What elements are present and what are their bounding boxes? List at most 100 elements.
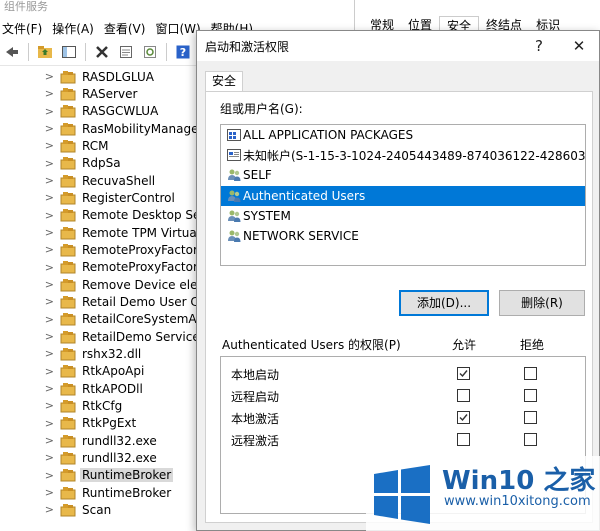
toolbar-separator [28, 42, 29, 61]
com-component-icon [60, 347, 76, 361]
window-title: 组件服务 [0, 0, 360, 18]
chevron-right-icon[interactable]: > [0, 122, 60, 135]
permission-row: 远程激活 [221, 429, 585, 451]
tree-item-label: RtkPgExt [82, 416, 137, 431]
tab-security[interactable]: 安全 [205, 71, 244, 92]
user-list-item[interactable]: 未知帐户(S-1-15-3-1024-2405443489-874036122-… [221, 145, 585, 165]
deny-checkbox[interactable] [524, 389, 537, 402]
chevron-right-icon[interactable]: > [0, 417, 60, 430]
user-name: ALL APPLICATION PACKAGES [243, 128, 414, 143]
help-button[interactable]: ? [519, 37, 559, 55]
com-component-icon [60, 261, 76, 274]
com-component-icon [60, 451, 76, 465]
tree-item-label: RasMobilityManager [82, 121, 204, 136]
deny-column-header: 拒绝 [520, 338, 545, 352]
users-group-icon [228, 190, 241, 202]
allow-checkbox[interactable] [457, 433, 470, 446]
user-list-item[interactable]: Authenticated Users [221, 185, 585, 206]
tree-item-label: RegisterControl [82, 190, 175, 205]
chevron-right-icon[interactable]: > [0, 191, 60, 204]
chevron-right-icon[interactable]: > [0, 451, 60, 464]
chevron-right-icon[interactable]: > [0, 347, 60, 360]
user-list[interactable]: ALL APPLICATION PACKAGES 未知帐户(S-1-15-3-10… [220, 124, 586, 266]
com-component-icon [60, 313, 76, 326]
dialog-title: 启动和激活权限 [205, 39, 290, 54]
folder-up-icon[interactable] [35, 42, 55, 62]
permission-row: 本地启动 [221, 363, 585, 385]
refresh-icon[interactable] [140, 42, 160, 62]
chevron-right-icon[interactable]: > [0, 434, 60, 447]
chevron-right-icon[interactable]: > [0, 105, 60, 118]
chevron-right-icon[interactable]: > [0, 295, 60, 308]
tree-item-label: RetailCoreSystemAg [82, 312, 205, 327]
watermark-url: www.win10xitong.com [444, 494, 591, 509]
user-name: SYSTEM [243, 208, 291, 223]
com-component-icon [60, 469, 76, 482]
permissions-header: Authenticated Users 的权限(P) 允许 拒绝 [220, 334, 586, 354]
add-button[interactable]: 添加(D)... [399, 290, 489, 316]
com-component-icon [60, 503, 76, 517]
user-list-item[interactable]: SYSTEM [221, 206, 585, 226]
allow-checkbox[interactable] [457, 389, 470, 402]
properties-icon[interactable] [116, 42, 136, 62]
chevron-right-icon[interactable]: > [0, 503, 60, 516]
chevron-right-icon[interactable]: > [0, 278, 60, 291]
user-list-item[interactable]: NETWORK SERVICE [221, 226, 585, 246]
help-icon[interactable]: ? [173, 42, 193, 62]
chevron-right-icon[interactable]: > [0, 209, 60, 222]
com-component-icon [60, 209, 76, 222]
chevron-right-icon[interactable]: > [0, 486, 60, 499]
tree-item-label: RCM [82, 138, 109, 153]
menu-view[interactable]: 查看(V) [104, 20, 156, 37]
menu-file[interactable]: 文件(F) [2, 20, 52, 37]
close-button[interactable]: ✕ [559, 37, 599, 55]
chevron-right-icon[interactable]: > [0, 399, 60, 412]
permission-name: 本地激活 [231, 412, 280, 426]
com-component-icon [60, 157, 76, 170]
tree-item-label: RtkApoApi [82, 364, 145, 379]
tree-item-label: RtkAPODll [82, 381, 143, 396]
deny-checkbox[interactable] [524, 433, 537, 446]
com-component-icon [60, 191, 76, 205]
delete-x-icon[interactable] [92, 42, 112, 62]
chevron-right-icon[interactable]: > [0, 139, 60, 152]
user-list-item[interactable]: ALL APPLICATION PACKAGES [221, 125, 585, 145]
com-component-icon [60, 365, 76, 378]
allow-checkbox[interactable] [457, 367, 470, 380]
com-component-icon [60, 278, 76, 292]
chevron-right-icon[interactable]: > [0, 174, 60, 187]
chevron-right-icon[interactable]: > [0, 226, 60, 239]
show-hide-tree-icon[interactable] [59, 42, 79, 62]
tree-item-label: RemoteProxyFactory [82, 260, 206, 275]
com-component-icon [60, 486, 76, 500]
menu-action[interactable]: 操作(A) [52, 20, 104, 37]
users-group-icon [228, 210, 241, 222]
com-component-icon [60, 105, 76, 118]
back-arrow-icon[interactable] [2, 42, 22, 62]
user-list-item[interactable]: SELF [221, 165, 585, 185]
chevron-right-icon[interactable]: > [0, 382, 60, 395]
permission-row: 远程启动 [221, 385, 585, 407]
chevron-right-icon[interactable]: > [0, 157, 60, 170]
chevron-right-icon[interactable]: > [0, 70, 60, 83]
chevron-right-icon[interactable]: > [0, 330, 60, 343]
group-or-user-label: 组或用户名(G): [220, 102, 303, 116]
app-packages-icon [227, 129, 241, 142]
tree-item-label: RASDLGLUA [82, 69, 154, 84]
user-name: SELF [243, 168, 272, 183]
chevron-right-icon[interactable]: > [0, 261, 60, 274]
remove-button[interactable]: 删除(R) [499, 290, 585, 316]
checkmark-icon [459, 370, 468, 378]
chevron-right-icon[interactable]: > [0, 87, 60, 100]
deny-checkbox[interactable] [524, 367, 537, 380]
deny-checkbox[interactable] [524, 411, 537, 424]
chevron-right-icon[interactable]: > [0, 365, 60, 378]
dialog-titlebar: 启动和激活权限 ? ✕ [197, 31, 599, 61]
tree-item-label: RASGCWLUA [82, 104, 159, 119]
users-group-icon [228, 169, 241, 182]
user-name: 未知帐户(S-1-15-3-1024-2405443489-874036122-… [243, 148, 586, 163]
chevron-right-icon[interactable]: > [0, 313, 60, 326]
chevron-right-icon[interactable]: > [0, 243, 60, 256]
chevron-right-icon[interactable]: > [0, 469, 60, 482]
allow-checkbox[interactable] [457, 411, 470, 424]
